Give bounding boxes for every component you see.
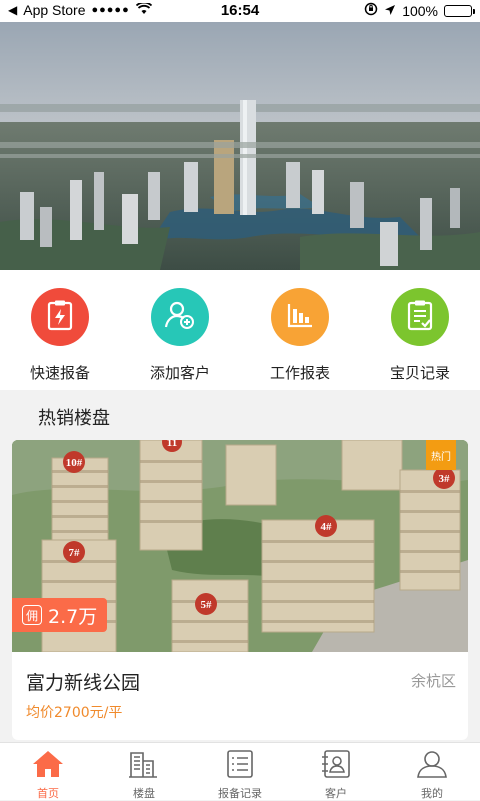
building-number: 10# — [66, 457, 83, 469]
contact-card-icon — [319, 749, 353, 783]
tab-report-records-label: 报备记录 — [218, 787, 262, 800]
buildings-icon — [127, 749, 161, 783]
tab-mine[interactable]: 我的 — [384, 743, 480, 800]
building-number: 3# — [439, 473, 451, 485]
hot-listings-section: 热销楼盘 10# 11 3# 4# 7# 5# 热门 佣 2.7万 富力新线公园… — [0, 390, 480, 740]
tab-buildings[interactable]: 楼盘 — [96, 743, 192, 800]
location-arrow-icon — [384, 3, 396, 19]
quick-action-report-circle — [31, 288, 89, 346]
checklist-icon — [406, 299, 434, 335]
list-icon — [223, 749, 257, 783]
tab-report-records[interactable]: 报备记录 — [192, 743, 288, 800]
quick-action-records-label: 宝贝记录 — [389, 364, 450, 382]
tab-bar: 首页 楼盘 报备记录 客户 我的 — [0, 742, 480, 800]
add-user-icon — [164, 300, 196, 334]
quick-action-work-report-circle — [271, 288, 329, 346]
bar-chart-icon — [286, 301, 314, 333]
tab-customers-label: 客户 — [325, 787, 347, 800]
section-title: 热销楼盘 — [38, 408, 110, 429]
quick-action-add-customer-label: 添加客户 — [149, 364, 210, 382]
tab-home-label: 首页 — [37, 787, 59, 800]
listing-price: 均价2700元/平 — [26, 705, 123, 721]
hot-badge: 热门 — [426, 440, 456, 470]
banner-image[interactable] — [0, 22, 480, 270]
listing-card[interactable]: 10# 11 3# 4# 7# 5# 热门 佣 2.7万 富力新线公园 余杭区 … — [12, 440, 468, 740]
tab-mine-label: 我的 — [421, 787, 443, 800]
building-number: 7# — [69, 547, 81, 559]
building-number: 5# — [201, 599, 213, 611]
commission-value: 2.7万 — [48, 605, 98, 628]
home-icon — [31, 749, 65, 783]
building-number: 11 — [167, 440, 177, 449]
status-bar: ◀ App Store ●●●●● 16:54 100% — [0, 0, 480, 22]
quick-action-records-circle — [391, 288, 449, 346]
quick-actions: 快速报备 添加客户 工作报表 宝贝记录 — [0, 270, 480, 390]
battery-icon — [444, 4, 475, 17]
quick-action-report-label: 快速报备 — [29, 364, 90, 382]
status-right: 100% — [364, 2, 475, 19]
quick-action-records[interactable]: 宝贝记录 — [360, 270, 480, 390]
quick-action-report[interactable]: 快速报备 — [0, 270, 120, 390]
tab-customers[interactable]: 客户 — [288, 743, 384, 800]
quick-action-add-customer[interactable]: 添加客户 — [120, 270, 240, 390]
tab-home[interactable]: 首页 — [0, 743, 96, 800]
building-number: 4# — [321, 521, 333, 533]
listing-image: 10# 11 3# 4# 7# 5# 热门 佣 2.7万 — [12, 440, 468, 652]
listing-name: 富力新线公园 — [26, 672, 141, 694]
listing-district: 余杭区 — [410, 672, 456, 690]
battery-percent: 100% — [402, 2, 438, 19]
rotation-lock-icon — [364, 2, 378, 19]
quick-action-add-customer-circle — [151, 288, 209, 346]
quick-action-work-report[interactable]: 工作报表 — [240, 270, 360, 390]
clipboard-lightning-icon — [46, 299, 74, 335]
user-icon — [415, 749, 449, 783]
commission-tag: 佣 — [22, 605, 42, 625]
tab-buildings-label: 楼盘 — [133, 787, 155, 800]
quick-action-work-report-label: 工作报表 — [269, 364, 330, 382]
commission-badge: 佣 2.7万 — [12, 598, 108, 632]
